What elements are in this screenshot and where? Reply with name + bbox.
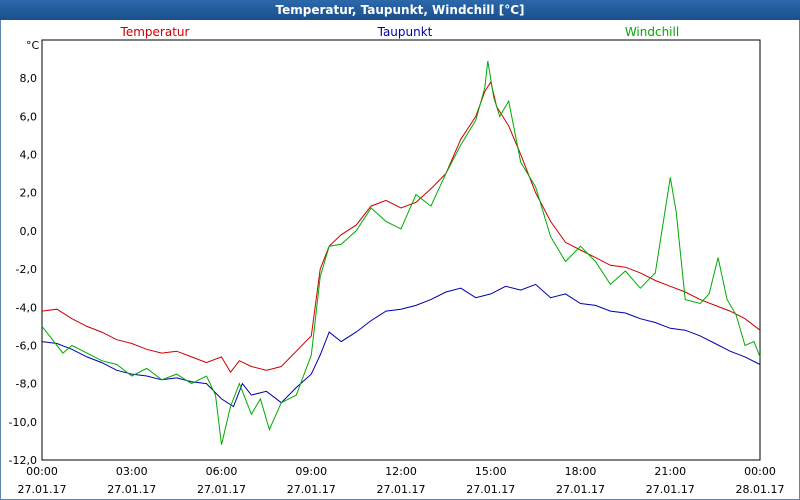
y-axis-label: °C <box>26 39 40 52</box>
y-tick-label: 6,0 <box>20 110 38 123</box>
y-tick-label: -10,0 <box>9 416 37 429</box>
x-tick-time: 00:00 <box>744 465 776 478</box>
legend: Temperatur Taupunkt Windchill <box>120 25 680 39</box>
y-tick-label: -8,0 <box>16 378 37 391</box>
y-tick-label: -4,0 <box>16 301 37 314</box>
y-tick-label: 0,0 <box>20 225 38 238</box>
y-tick-label: 2,0 <box>20 187 38 200</box>
x-tick-time: 03:00 <box>116 465 148 478</box>
y-tick-label: -2,0 <box>16 263 37 276</box>
x-tick-date: 27.01.17 <box>197 483 246 496</box>
chart-area: °C -12,0-10,0-8,0-6,0-4,0-2,00,02,04,06,… <box>9 25 785 496</box>
x-tick-time: 09:00 <box>295 465 327 478</box>
x-tick-time: 18:00 <box>565 465 597 478</box>
x-tick-date: 27.01.17 <box>646 483 695 496</box>
window-title: Temperatur, Taupunkt, Windchill [°C] <box>0 0 800 20</box>
legend-windchill: Windchill <box>625 25 679 39</box>
x-tick-date: 27.01.17 <box>287 483 336 496</box>
x-tick-date: 28.01.17 <box>736 483 785 496</box>
legend-taupunkt: Taupunkt <box>377 25 433 39</box>
y-tick-label: -6,0 <box>16 339 37 352</box>
x-tick-date: 27.01.17 <box>377 483 426 496</box>
x-tick-date: 27.01.17 <box>556 483 605 496</box>
y-tick-label: 4,0 <box>20 149 38 162</box>
axes <box>41 39 761 461</box>
x-tick-time: 06:00 <box>206 465 238 478</box>
x-tick-time: 00:00 <box>26 465 58 478</box>
x-tick-time: 15:00 <box>475 465 507 478</box>
legend-temperatur: Temperatur <box>120 25 190 39</box>
x-tick-date: 27.01.17 <box>18 483 67 496</box>
x-tick-time: 21:00 <box>654 465 686 478</box>
plot-frame <box>41 39 761 461</box>
y-ticks: -12,0-10,0-8,0-6,0-4,0-2,00,02,04,06,08,… <box>9 72 37 467</box>
x-ticks: 00:00 27.01.17 03:00 27.01.17 06:00 27.01.17 0… <box>18 465 785 496</box>
x-tick-time: 12:00 <box>385 465 417 478</box>
x-tick-date: 27.01.17 <box>107 483 156 496</box>
y-tick-label: 8,0 <box>20 72 38 85</box>
x-tick-date: 27.01.17 <box>466 483 515 496</box>
